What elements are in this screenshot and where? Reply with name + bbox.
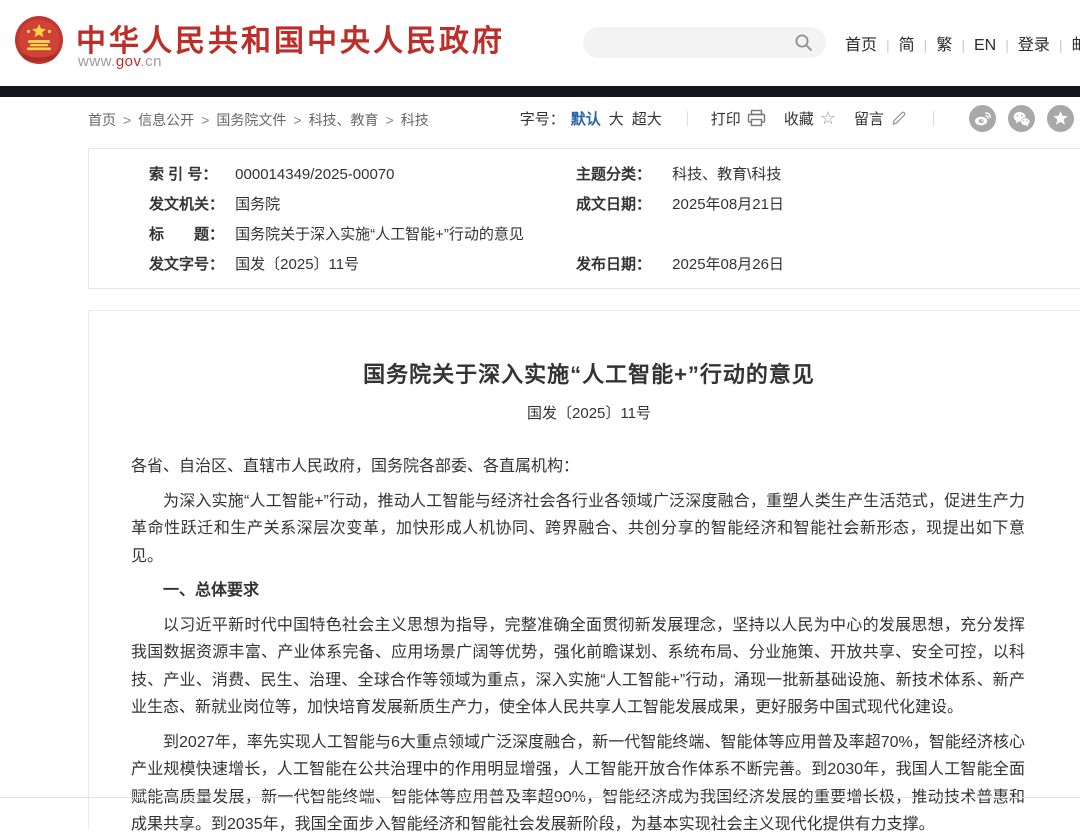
meta-subject-category: 主题分类： 科技、教育\科技 [576, 163, 781, 184]
meta-value: 科技、教育\科技 [672, 166, 781, 183]
search-input[interactable] [599, 27, 779, 58]
nav-separator: | [1005, 37, 1009, 53]
breadcrumb-separator: > [201, 112, 209, 128]
meta-label: 成文日期： [576, 193, 668, 214]
font-size-large[interactable]: 大 [609, 108, 624, 129]
paragraph-guiding-ideology: 以习近平新时代中国特色社会主义思想为指导，完整准确全面贯彻新发展理念，坚持以人民… [131, 612, 1025, 722]
document-body: 各省、自治区、直辖市人民政府，国务院各部委、各直属机构： 为深入实施“人工智能+… [131, 453, 1025, 839]
breadcrumb-item-category[interactable]: 科技、教育 [309, 112, 379, 128]
search-box [583, 27, 826, 58]
meta-issuing-agency: 发文机关： 国务院 [149, 193, 280, 214]
share-buttons [957, 105, 1074, 132]
qzone-icon[interactable] [1047, 105, 1074, 132]
national-emblem-icon [13, 15, 65, 67]
star-icon: ☆ [820, 109, 836, 127]
page-toolbar: 字号： 默认 大 超大 ｜ 打印 收藏 ☆ 留言 ｜ [520, 104, 1074, 132]
favorite-button[interactable]: 收藏 ☆ [784, 108, 836, 129]
breadcrumb: 首页 > 信息公开 > 国务院文件 > 科技、教育 > 科技 [88, 110, 429, 130]
font-size-xlarge[interactable]: 超大 [632, 108, 662, 129]
meta-title: 标 题： 国务院关于深入实施“人工智能+”行动的意见 [149, 223, 524, 244]
breadcrumb-item-current: 科技 [401, 112, 429, 128]
breadcrumb-separator: > [386, 112, 394, 128]
paragraph-salutation: 各省、自治区、直辖市人民政府，国务院各部委、各直属机构： [131, 453, 1025, 481]
search-icon[interactable] [794, 33, 813, 52]
pencil-icon [890, 109, 908, 127]
nav-mailbox[interactable]: 邮箱 [1072, 37, 1080, 54]
nav-home[interactable]: 首页 [845, 37, 877, 54]
nav-login[interactable]: 登录 [1018, 37, 1050, 54]
printer-icon [747, 109, 766, 127]
meta-label: 发文字号： [149, 253, 231, 274]
meta-written-date: 成文日期： 2025年08月21日 [576, 193, 784, 214]
breadcrumb-separator: > [293, 112, 301, 128]
breadcrumb-separator: > [123, 112, 131, 128]
nav-english[interactable]: EN [974, 37, 996, 54]
nav-separator: | [924, 37, 928, 53]
section-heading-overall-requirements: 一、总体要求 [131, 577, 1025, 605]
document-title: 国务院关于深入实施“人工智能+”行动的意见 [129, 357, 1049, 389]
meta-value: 国务院 [235, 196, 280, 213]
font-size-default[interactable]: 默认 [571, 108, 601, 129]
meta-value: 国务院关于深入实施“人工智能+”行动的意见 [235, 226, 524, 243]
nav-simplified[interactable]: 简 [899, 37, 915, 54]
meta-value: 2025年08月21日 [672, 196, 784, 213]
print-label: 打印 [711, 108, 741, 129]
nav-separator: | [886, 37, 890, 53]
nav-separator: | [961, 37, 965, 53]
nav-traditional[interactable]: 繁 [936, 37, 952, 54]
meta-index-number: 索 引 号： 000014349/2025-00070 [149, 163, 395, 184]
nav-separator: | [1059, 37, 1063, 53]
meta-value: 000014349/2025-00070 [235, 166, 394, 183]
meta-label: 索 引 号： [149, 163, 231, 184]
site-url-prefix: www. [78, 53, 116, 70]
top-nav: 首页 | 简 | 繁 | EN | 登录 | 邮箱 [845, 31, 1080, 55]
site-url-gov: gov [116, 53, 141, 70]
comment-button[interactable]: 留言 [854, 108, 908, 129]
breadcrumb-item-home[interactable]: 首页 [88, 112, 116, 128]
favorite-label: 收藏 [784, 108, 814, 129]
paragraph-intro: 为深入实施“人工智能+”行动，推动人工智能与经济社会各行业各领域广泛深度融合，重… [131, 488, 1025, 571]
weibo-icon[interactable] [969, 105, 996, 132]
document-metadata: 索 引 号： 000014349/2025-00070 发文机关： 国务院 标 … [88, 148, 1080, 289]
comment-label: 留言 [854, 108, 884, 129]
toolbar-separator: ｜ [926, 108, 941, 129]
breadcrumb-item-info[interactable]: 信息公开 [138, 112, 194, 128]
site-url-suffix: .cn [140, 53, 162, 70]
site-header: 中华人民共和国中央人民政府 www.gov.cn 首页|简|繁|EN|登录|邮箱 [0, 0, 1080, 86]
meta-label: 标 题： [149, 223, 231, 244]
print-button[interactable]: 打印 [711, 108, 766, 129]
meta-value: 国发〔2025〕11号 [235, 256, 359, 273]
paragraph-goals: 到2027年，率先实现人工智能与6大重点领域广泛深度融合，新一代智能终端、智能体… [131, 729, 1025, 839]
site-url: www.gov.cn [78, 53, 162, 70]
document-content: 国务院关于深入实施“人工智能+”行动的意见 国发〔2025〕11号 各省、自治区… [88, 310, 1080, 830]
document-number: 国发〔2025〕11号 [89, 402, 1080, 423]
meta-publish-date: 发布日期： 2025年08月26日 [576, 253, 784, 274]
meta-label: 发文机关： [149, 193, 231, 214]
wechat-icon[interactable] [1008, 105, 1035, 132]
meta-value: 2025年08月26日 [672, 256, 784, 273]
meta-label: 发布日期： [576, 253, 668, 274]
breadcrumb-item-docs[interactable]: 国务院文件 [216, 112, 286, 128]
meta-label: 主题分类： [576, 163, 668, 184]
toolbar-separator: ｜ [680, 108, 695, 129]
header-dark-bar [0, 86, 1080, 97]
meta-document-number: 发文字号： 国发〔2025〕11号 [149, 253, 359, 274]
font-size-label: 字号： [520, 108, 565, 129]
